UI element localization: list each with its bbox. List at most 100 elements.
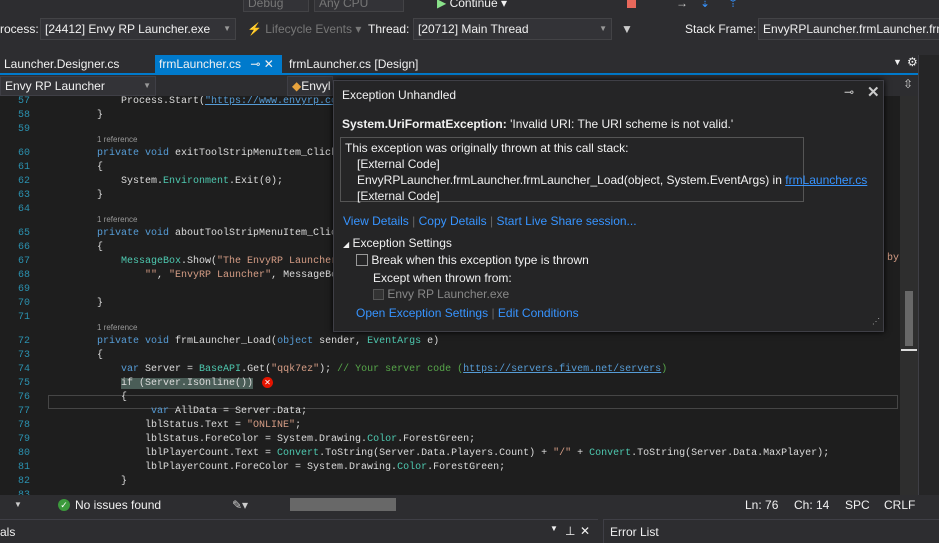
platform-dropdown[interactable]: Any CPU [314,0,404,12]
code-line[interactable]: System.Environment.Exit(0); [49,175,283,188]
live-share-link[interactable]: Start Live Share session... [496,214,636,228]
whitespace-mode[interactable]: SPC [845,495,870,515]
pin-icon[interactable]: ⊸ [250,57,260,71]
code-token: .Exit(0); [229,176,284,187]
code-line[interactable]: var AllData = Server.Data; [49,405,307,418]
code-line[interactable]: } [49,189,103,202]
line-number: 61 [17,162,30,173]
code-line[interactable]: { [49,391,127,404]
code-line[interactable]: private void frmLauncher_Load(object sen… [49,335,439,348]
code-token: "/" [553,448,572,459]
line-ending[interactable]: CRLF [884,495,915,515]
scrollbar-thumb[interactable] [905,291,913,346]
code-token: Server = [145,364,200,375]
break-checkbox[interactable] [356,254,368,266]
source-file-link[interactable]: frmLauncher.cs [785,173,867,187]
code-token: "ONLINE" [247,420,296,431]
code-line[interactable]: { [49,161,103,174]
code-token: .Show( [181,256,218,267]
tab-frmlauncher-design[interactable]: frmLauncher.cs [Design] [285,55,422,74]
chevron-down-icon: ▼ [143,81,151,90]
split-icon[interactable]: ⇳ [903,77,913,91]
code-line[interactable]: lblStatus.Text = "ONLINE"; [49,419,301,432]
code-line[interactable]: var Server = BaseAPI.Get("qqk7ez"); // Y… [49,363,667,376]
close-icon[interactable]: ✕ [867,83,880,101]
thread-dropdown[interactable]: [20712] Main Thread ▼ [413,18,612,40]
code-token: Convert [589,448,632,459]
lifecycle-events-button[interactable]: ⚡ Lifecycle Events ▾ [247,18,361,40]
code-token: } [49,190,104,201]
chevron-down-icon: ▼ [599,24,607,33]
separator: | [491,306,495,320]
edit-conditions-link[interactable]: Edit Conditions [498,306,579,320]
code-line[interactable]: MessageBox.Show("The EnvyRP Launcher [49,255,337,268]
resize-grip-icon[interactable]: ⋰ [872,317,880,326]
module-label: Envy RP Launcher.exe [387,287,510,301]
thread-value: [20712] Main Thread [418,22,529,36]
code-token: e) [421,336,440,347]
step-over-icon[interactable]: → [676,0,688,10]
code-line[interactable]: { [49,241,103,254]
chevron-down-icon[interactable]: ▼ [550,524,558,533]
code-line[interactable]: if (Server.IsOnline()) [49,377,254,390]
stack-frame-dropdown[interactable]: EnvyRPLauncher.frmLauncher.frmL [758,18,939,40]
close-icon[interactable]: ✕ [264,57,274,71]
separator: | [412,214,416,228]
horizontal-scrollbar-thumb[interactable] [290,498,396,511]
code-line[interactable]: lblPlayerCount.Text = Convert.ToString(S… [49,447,829,460]
stack-frame: [External Code] [357,157,440,171]
tab-frmlauncher-cs[interactable]: frmLauncher.cs ⊸ ✕ [155,55,282,74]
code-line[interactable]: lblPlayerCount.ForeColor = System.Drawin… [49,461,505,474]
class-dropdown[interactable]: ◆Envyl [287,76,333,96]
exception-settings-toggle[interactable]: ◢ Exception Settings [343,236,452,250]
pin-icon[interactable]: ⊸ [844,85,854,99]
continue-button[interactable]: ▶ Continue ▾ [437,0,507,10]
column-number: Ch: 14 [794,498,830,512]
code-line[interactable]: private void exitToolStripMenuItem_Click [49,147,337,160]
project-dropdown[interactable]: Envy RP Launcher ▼ [0,76,156,96]
code-line[interactable]: lblStatus.ForeColor = System.Drawing.Col… [49,433,475,446]
reference-count-codelens[interactable]: 1 reference [97,323,137,332]
process-dropdown[interactable]: [24412] Envy RP Launcher.exe ▼ [40,18,236,40]
code-token: MessageBox [121,256,182,267]
tab-designer-cs[interactable]: Launcher.Designer.cs [0,55,123,74]
filter-icon[interactable]: ▼ [621,18,633,40]
line-number: 66 [17,242,30,253]
open-exception-settings-link[interactable]: Open Exception Settings [356,306,488,320]
code-line[interactable]: "", "EnvyRP Launcher", MessageBo [49,269,337,282]
close-icon[interactable]: ✕ [580,524,590,538]
module-checkbox [373,289,384,300]
issues-status[interactable]: No issues found [75,495,161,515]
pane-title[interactable]: Error List [610,525,659,539]
vertical-scrollbar[interactable] [900,96,918,495]
code-overflow-text: by [887,253,900,264]
gear-icon[interactable]: ⚙ [907,55,918,69]
brush-icon[interactable]: ✎▾ [232,495,248,515]
reference-count-codelens[interactable]: 1 reference [97,135,137,144]
code-line[interactable]: } [49,109,103,122]
continue-label: Continue [449,0,498,10]
step-into-icon[interactable]: ⇣ [700,0,710,10]
break-checkbox-row[interactable]: Break when this exception type is thrown [356,253,589,267]
zoom-dropdown-icon[interactable]: ▼ [14,495,22,515]
copy-details-link[interactable]: Copy Details [419,214,487,228]
pin-icon[interactable]: ⊥ [565,524,575,538]
step-out-icon[interactable]: ⇡ [728,0,738,10]
tab-overflow-icon[interactable]: ▼ [893,57,902,67]
code-token: ) [661,364,668,375]
line-number: 67 [17,256,30,267]
configuration-dropdown[interactable]: Debug [243,0,309,12]
view-details-link[interactable]: View Details [343,214,409,228]
reference-count-codelens[interactable]: 1 reference [97,215,137,224]
code-link[interactable]: https://servers.fivem.net/servers [463,364,661,375]
code-line[interactable]: { [49,349,103,362]
code-line[interactable]: } [49,475,127,488]
side-panel [918,55,939,495]
code-line[interactable]: Process.Start("https://www.envyrp.co [49,96,337,108]
code-line[interactable]: } [49,297,103,310]
stop-icon[interactable] [627,0,636,8]
main-toolbar: Debug Any CPU ▶ Continue ▾ → ⇣ ⇡ [0,0,939,16]
code-link[interactable]: "https://www.envyrp.co [205,96,337,107]
code-line[interactable]: private void aboutToolStripMenuItem_Clic [49,227,337,240]
